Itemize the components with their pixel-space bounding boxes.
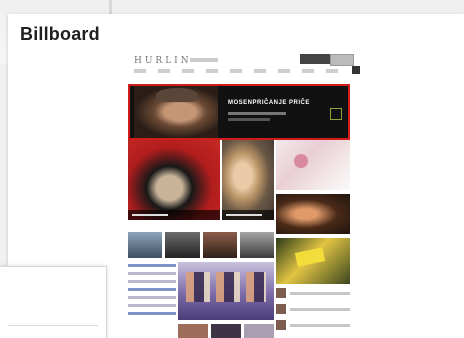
thumbnail-row: [128, 232, 274, 258]
flower-icon: [294, 154, 308, 168]
card-title: Billboard: [20, 24, 100, 44]
site-login-button: [300, 54, 330, 64]
article-line: [128, 296, 176, 299]
thumbnail: [239, 232, 274, 258]
thumbnail: [165, 232, 200, 258]
site-header: HURLIN: [126, 54, 360, 74]
list-item-thumb: [276, 320, 286, 330]
site-search-icon: [352, 66, 360, 74]
side-tile-floral: [276, 140, 350, 190]
feature-tile-group: [178, 262, 274, 320]
list-item-text: [290, 323, 350, 327]
list-item: [276, 320, 350, 330]
site-register-button: [330, 54, 354, 66]
billboard-ad-highlight: MOSENPRIČANJE PRIČE: [128, 84, 350, 140]
overlay-panel[interactable]: [0, 266, 107, 338]
thumbnail: [128, 232, 163, 258]
thumbnail: [244, 324, 274, 338]
site-nav: [134, 69, 340, 73]
article-line: [128, 304, 176, 307]
article-text-column: [128, 264, 176, 320]
list-item: [276, 288, 350, 298]
thumbnail: [202, 232, 237, 258]
billboard-headline: MOSENPRIČANJE PRIČE: [228, 100, 310, 106]
feature-tile-caption: [128, 210, 220, 220]
list-item-text: [290, 291, 350, 295]
feature-tile-caption-text: [226, 214, 262, 216]
website-thumbnail: HURLIN MOSENPRIČANJE PRIČE: [108, 44, 366, 338]
billboard-brand-logo: [330, 108, 342, 120]
list-item: [276, 304, 350, 314]
feature-tile-caption: [222, 210, 274, 220]
side-list: [276, 288, 350, 336]
article-line: [128, 280, 176, 283]
feature-tile-red: [128, 140, 220, 220]
billboard-subline: [228, 112, 286, 115]
list-item-thumb: [276, 288, 286, 298]
article-line: [128, 288, 176, 291]
side-tile-promo: [276, 238, 350, 284]
billboard-hair-shape: [156, 88, 198, 102]
site-logo: HURLIN: [134, 56, 192, 66]
thumbnail: [211, 324, 241, 338]
promo-badge: [294, 247, 326, 267]
feature-tile-portrait: [222, 140, 274, 220]
bottom-thumbnail-row: [178, 324, 274, 338]
article-line: [128, 312, 176, 315]
list-item-text: [290, 307, 350, 311]
article-line: [128, 264, 176, 267]
billboard-subline-2: [228, 118, 270, 121]
list-item-thumb: [276, 304, 286, 314]
screenshot-root: Billboard HURLIN MOSENPRIČANJE PRIČE: [0, 0, 464, 338]
article-line: [128, 272, 176, 275]
site-logo-tagline: [190, 58, 218, 62]
group-figures: [186, 272, 266, 302]
feature-tile-caption-text: [132, 214, 168, 216]
thumbnail: [178, 324, 208, 338]
overlay-divider: [8, 325, 98, 326]
side-tile-portrait: [276, 194, 350, 234]
